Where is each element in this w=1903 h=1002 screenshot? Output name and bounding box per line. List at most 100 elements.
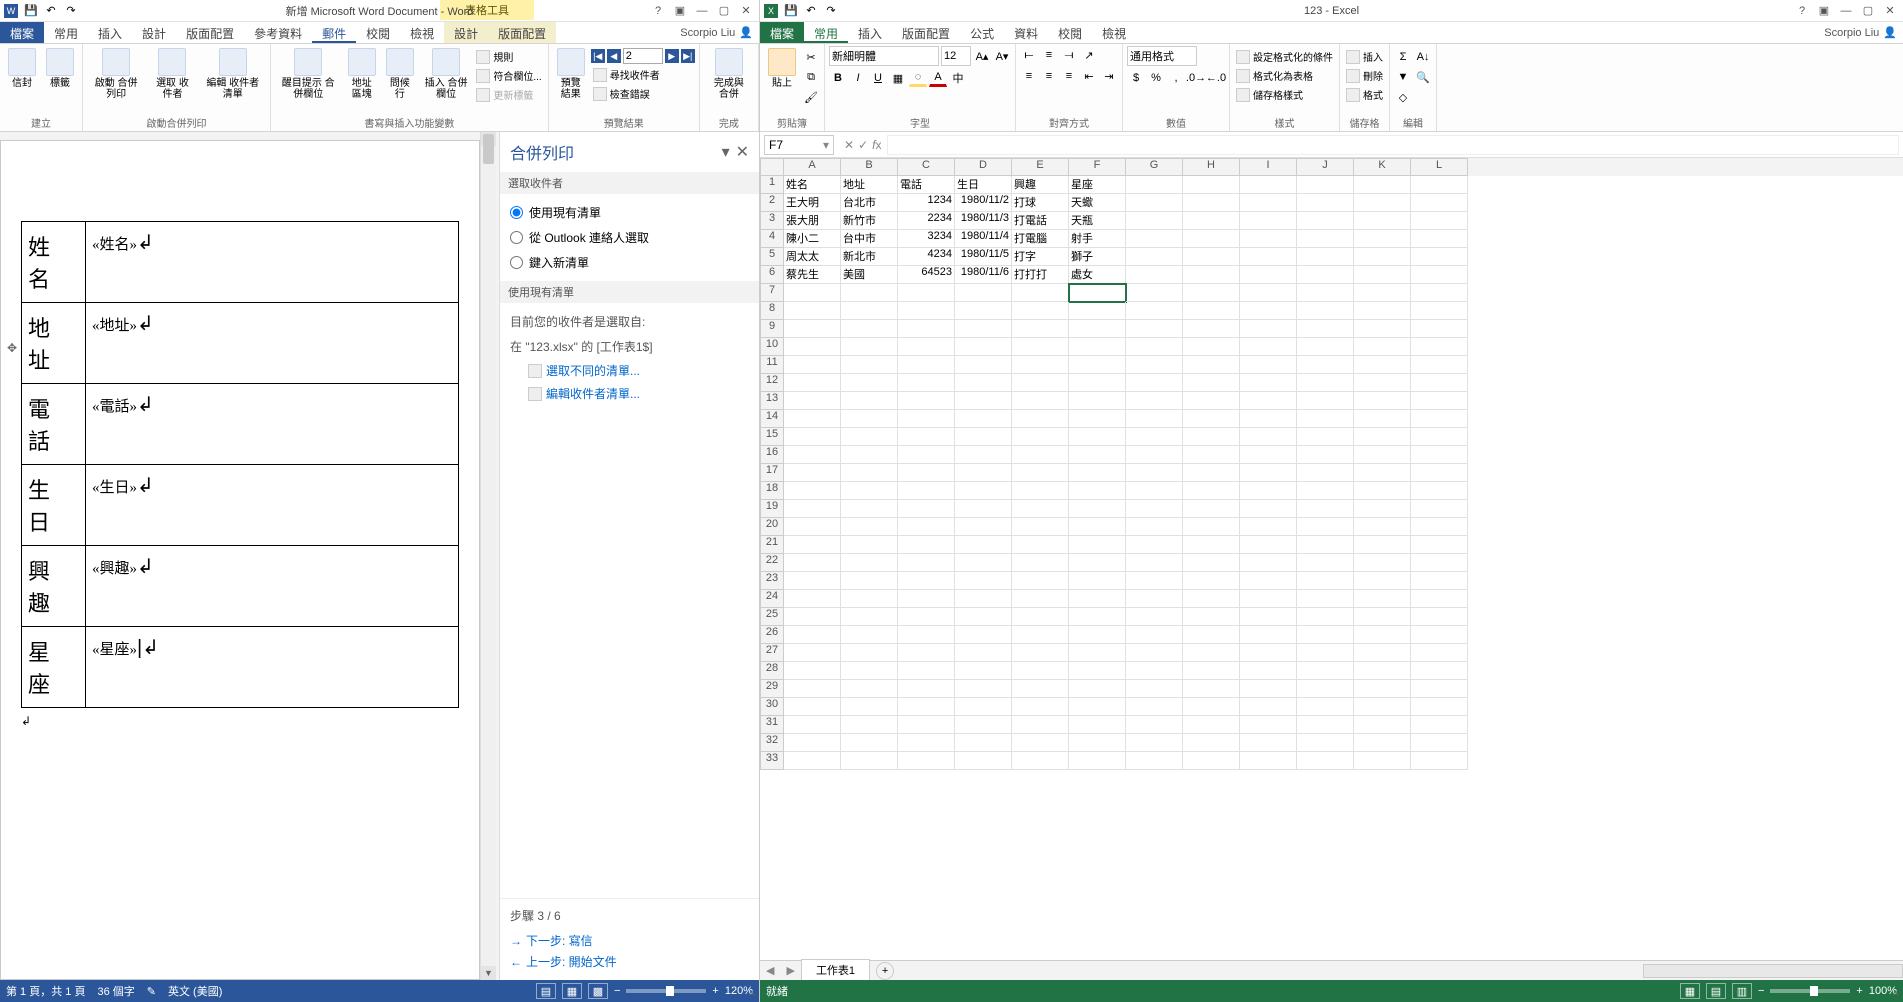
cell[interactable] [1240,572,1297,590]
col-header[interactable]: E [1012,158,1069,176]
cell[interactable] [1411,248,1468,266]
cell[interactable]: 電話 [898,176,955,194]
cell[interactable] [1240,518,1297,536]
cell[interactable] [1411,464,1468,482]
cell[interactable] [1012,482,1069,500]
find-recipient-button[interactable]: 尋找收件者 [591,66,695,83]
cell[interactable] [898,644,955,662]
bold-button[interactable]: B [829,69,847,87]
cell[interactable] [1126,212,1183,230]
name-box[interactable]: F7▾ [764,135,834,155]
cell[interactable]: 美國 [841,266,898,284]
record-number-input[interactable] [623,48,663,64]
page-layout-icon[interactable]: ▤ [1706,983,1726,999]
col-header[interactable]: L [1411,158,1468,176]
col-header[interactable]: G [1126,158,1183,176]
cell[interactable] [1354,338,1411,356]
cell[interactable] [1354,212,1411,230]
delete-cells-button[interactable]: 刪除 [1344,67,1385,84]
cell[interactable] [841,374,898,392]
tab-home[interactable]: 常用 [804,22,848,43]
clear-icon[interactable]: ◇ [1394,88,1412,106]
cell[interactable] [898,356,955,374]
cell[interactable] [1411,518,1468,536]
cell[interactable] [1126,644,1183,662]
cell[interactable]: 新北市 [841,248,898,266]
preview-results-button[interactable]: 預覽結果 [553,46,589,102]
close-icon[interactable]: ✕ [739,4,753,18]
cell[interactable] [1126,464,1183,482]
cell[interactable] [1069,320,1126,338]
cell[interactable] [1069,698,1126,716]
cell[interactable] [1126,194,1183,212]
cell[interactable] [955,536,1012,554]
cell[interactable] [1354,590,1411,608]
cell[interactable] [784,374,841,392]
cell[interactable] [841,680,898,698]
cell[interactable] [1126,662,1183,680]
cell[interactable] [784,446,841,464]
cell[interactable] [1411,302,1468,320]
cell[interactable] [1183,536,1240,554]
fill-icon[interactable]: ▼ [1394,68,1412,86]
help-icon[interactable]: ? [1795,4,1809,18]
cell[interactable] [1297,716,1354,734]
cell[interactable] [898,464,955,482]
cell[interactable] [784,626,841,644]
next-step-link[interactable]: →下一步: 寫信 [510,930,749,951]
cell[interactable]: 打字 [1012,248,1069,266]
merge-field[interactable]: «生日» [92,480,137,496]
cell[interactable] [1012,284,1069,302]
cell[interactable] [1240,374,1297,392]
row-header[interactable]: 1 [760,176,784,194]
rules-button[interactable]: 規則 [474,48,543,65]
cell[interactable] [784,536,841,554]
grow-font-icon[interactable]: A▴ [973,47,991,65]
cell[interactable] [841,284,898,302]
cell[interactable] [1183,680,1240,698]
cell[interactable] [1297,428,1354,446]
cell[interactable] [1126,302,1183,320]
cell[interactable] [1069,680,1126,698]
cell[interactable] [898,302,955,320]
sheet-nav-next-icon[interactable]: ▶ [780,964,800,977]
cell[interactable] [1354,284,1411,302]
merge-field[interactable]: «電話» [92,399,137,415]
dec-decimal-icon[interactable]: ←.0 [1207,69,1225,87]
cell[interactable] [1183,230,1240,248]
cell[interactable] [1126,626,1183,644]
zoom-out-icon[interactable]: − [1758,985,1764,997]
cell[interactable] [898,608,955,626]
web-layout-icon[interactable]: ▩ [588,983,608,999]
tab-view[interactable]: 檢視 [400,22,444,43]
cell[interactable] [955,734,1012,752]
minimize-icon[interactable]: — [1839,4,1853,18]
cell[interactable] [1297,374,1354,392]
cell[interactable] [955,302,1012,320]
cell[interactable] [1297,248,1354,266]
cell[interactable] [898,554,955,572]
row-header[interactable]: 19 [760,500,784,518]
cell[interactable] [1012,374,1069,392]
tab-review[interactable]: 校閱 [356,22,400,43]
cell[interactable] [841,752,898,770]
cell[interactable] [1183,482,1240,500]
cell[interactable] [1126,284,1183,302]
cell[interactable] [1354,518,1411,536]
cell[interactable] [1126,590,1183,608]
page-break-icon[interactable]: ▥ [1732,983,1752,999]
minimize-icon[interactable]: — [695,4,709,18]
cell[interactable] [1126,518,1183,536]
cell[interactable] [1354,356,1411,374]
cell[interactable]: 天蠍 [1069,194,1126,212]
redo-icon[interactable]: ↷ [824,4,838,18]
cell[interactable] [1240,500,1297,518]
comma-icon[interactable]: , [1167,69,1185,87]
italic-button[interactable]: I [849,69,867,87]
cell[interactable] [1126,320,1183,338]
tab-file[interactable]: 檔案 [760,22,804,43]
cell[interactable] [898,338,955,356]
cell[interactable] [784,410,841,428]
cell[interactable] [898,392,955,410]
tab-data[interactable]: 資料 [1004,22,1048,43]
